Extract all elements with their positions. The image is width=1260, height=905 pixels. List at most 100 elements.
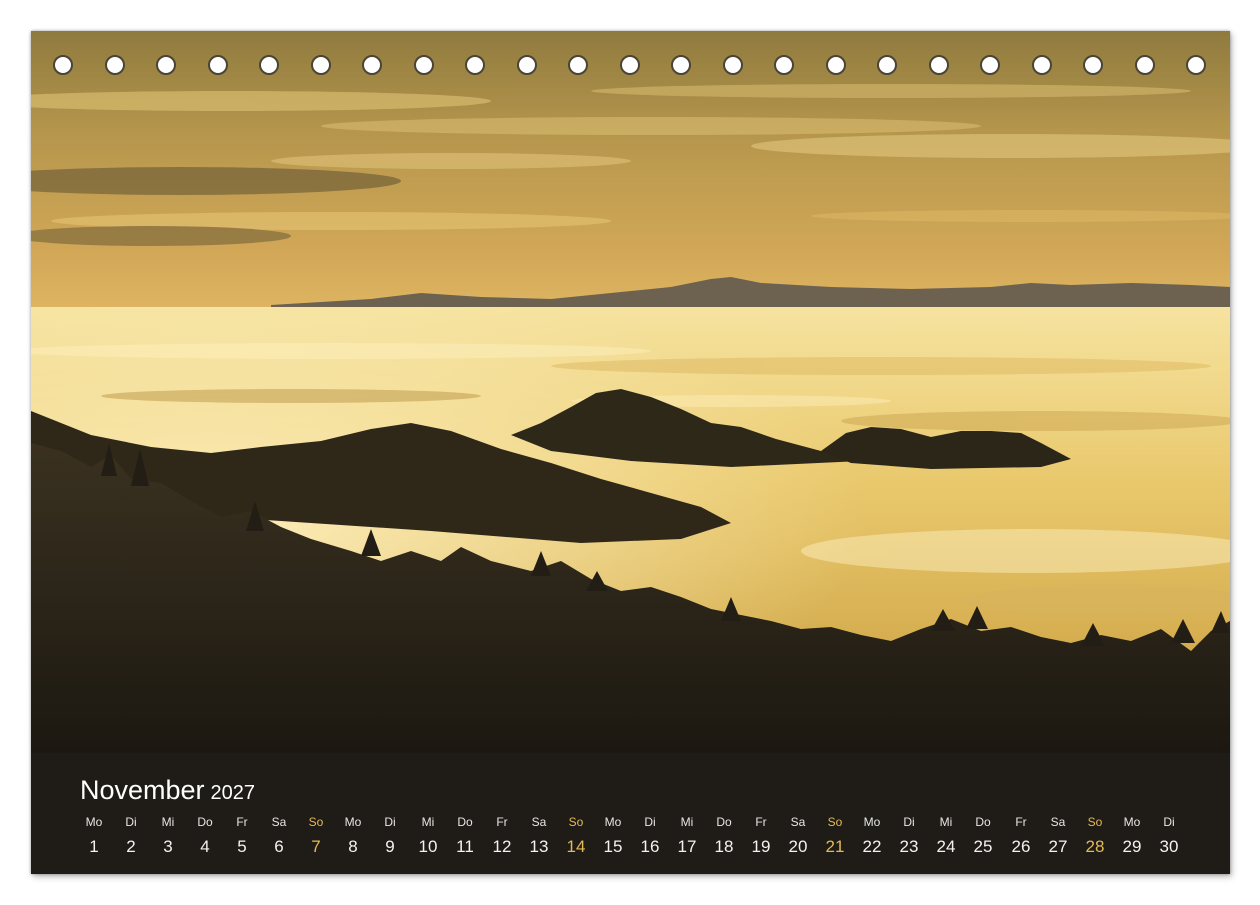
binding-hole — [980, 55, 1000, 75]
landscape-photo — [31, 31, 1230, 753]
weekday-label: Fr — [496, 815, 508, 829]
weekday-label: Mo — [1123, 815, 1141, 829]
day-number: 7 — [311, 837, 321, 856]
binding-hole — [465, 55, 485, 75]
day-number: 26 — [1011, 837, 1031, 856]
binding-hole — [826, 55, 846, 75]
binding-hole — [362, 55, 382, 75]
weekday-label: Mi — [161, 815, 175, 829]
weekday-label: Di — [125, 815, 137, 829]
weekday-label: Do — [975, 815, 991, 829]
day-number: 27 — [1048, 837, 1068, 856]
binding-hole — [774, 55, 794, 75]
binding-hole — [877, 55, 897, 75]
binding-hole — [929, 55, 949, 75]
day-cell: Sa 20 — [780, 815, 816, 857]
day-cell: Sa 27 — [1040, 815, 1076, 857]
weekday-label: Di — [903, 815, 915, 829]
day-number: 15 — [603, 837, 623, 856]
day-cell: Sa 13 — [521, 815, 557, 857]
day-cell: So 21 — [817, 815, 853, 857]
calendar-bar: November 2027 Mo 1 Di 2 Mi 3 Do 4 Fr 5 Sa 6 So 7 Mo 8 Di 9… — [31, 753, 1230, 874]
weekday-label: So — [827, 815, 843, 829]
weekday-label: Mi — [680, 815, 694, 829]
weekday-label: Di — [384, 815, 396, 829]
day-number: 18 — [714, 837, 734, 856]
day-cell: Fr 19 — [743, 815, 779, 857]
binding-hole — [311, 55, 331, 75]
day-number: 4 — [200, 837, 210, 856]
day-cell: Mi 10 — [410, 815, 446, 857]
weekday-label: Mo — [344, 815, 362, 829]
binding-hole — [1186, 55, 1206, 75]
day-number: 23 — [899, 837, 919, 856]
day-cell: Mi 17 — [669, 815, 705, 857]
weekday-label: Sa — [271, 815, 287, 829]
day-number: 24 — [936, 837, 956, 856]
day-number: 9 — [385, 837, 395, 856]
day-cell: Fr 12 — [484, 815, 520, 857]
weekday-label: Sa — [531, 815, 547, 829]
binding-hole — [1083, 55, 1103, 75]
day-number: 22 — [862, 837, 882, 856]
binding-hole — [105, 55, 125, 75]
weekday-label: Do — [197, 815, 213, 829]
day-number: 28 — [1085, 837, 1105, 856]
day-number: 17 — [677, 837, 697, 856]
weekday-label: Sa — [790, 815, 806, 829]
day-number: 20 — [788, 837, 808, 856]
day-cell: Di 2 — [113, 815, 149, 857]
month-title: November 2027 — [80, 775, 255, 806]
day-number: 1 — [89, 837, 99, 856]
binding-holes — [31, 31, 1230, 111]
weekday-label: Do — [457, 815, 473, 829]
day-cell: Mi 3 — [150, 815, 186, 857]
day-number: 14 — [566, 837, 586, 856]
weekday-label: Mi — [421, 815, 435, 829]
binding-hole — [517, 55, 537, 75]
binding-hole — [671, 55, 691, 75]
day-cell: So 14 — [558, 815, 594, 857]
day-cell: Mo 15 — [595, 815, 631, 857]
day-cell: Di 16 — [632, 815, 668, 857]
weekday-label: Di — [644, 815, 656, 829]
day-cell: Do 11 — [447, 815, 483, 857]
weekday-label: Fr — [755, 815, 767, 829]
day-number: 8 — [348, 837, 358, 856]
day-number: 29 — [1122, 837, 1142, 856]
day-cell: Fr 26 — [1003, 815, 1039, 857]
weekday-label: Mo — [863, 815, 881, 829]
day-number: 10 — [418, 837, 438, 856]
day-number: 13 — [529, 837, 549, 856]
weekday-label: Di — [1163, 815, 1175, 829]
day-cell: Mo 8 — [335, 815, 371, 857]
day-number: 12 — [492, 837, 512, 856]
binding-hole — [259, 55, 279, 75]
binding-hole — [53, 55, 73, 75]
day-number: 6 — [274, 837, 284, 856]
day-cell: So 28 — [1077, 815, 1113, 857]
day-cell: Di 30 — [1151, 815, 1187, 857]
day-cell: Di 23 — [891, 815, 927, 857]
day-number: 19 — [751, 837, 771, 856]
day-cell: Mo 22 — [854, 815, 890, 857]
month-name: November — [80, 775, 205, 805]
weekday-label: Fr — [1015, 815, 1027, 829]
weekday-label: Fr — [236, 815, 248, 829]
binding-hole — [156, 55, 176, 75]
binding-hole — [1135, 55, 1155, 75]
day-number: 25 — [973, 837, 993, 856]
weekday-label: Mo — [85, 815, 103, 829]
calendar-page: November 2027 Mo 1 Di 2 Mi 3 Do 4 Fr 5 Sa 6 So 7 Mo 8 Di 9… — [31, 31, 1230, 874]
day-number: 3 — [163, 837, 173, 856]
day-number: 21 — [825, 837, 845, 856]
month-year: 2027 — [210, 782, 256, 804]
binding-hole — [723, 55, 743, 75]
weekday-label: Mi — [939, 815, 953, 829]
weekday-label: So — [308, 815, 324, 829]
day-number: 5 — [237, 837, 247, 856]
weekday-label: Sa — [1050, 815, 1066, 829]
day-number: 30 — [1159, 837, 1179, 856]
day-cell: Do 18 — [706, 815, 742, 857]
day-number: 2 — [126, 837, 136, 856]
